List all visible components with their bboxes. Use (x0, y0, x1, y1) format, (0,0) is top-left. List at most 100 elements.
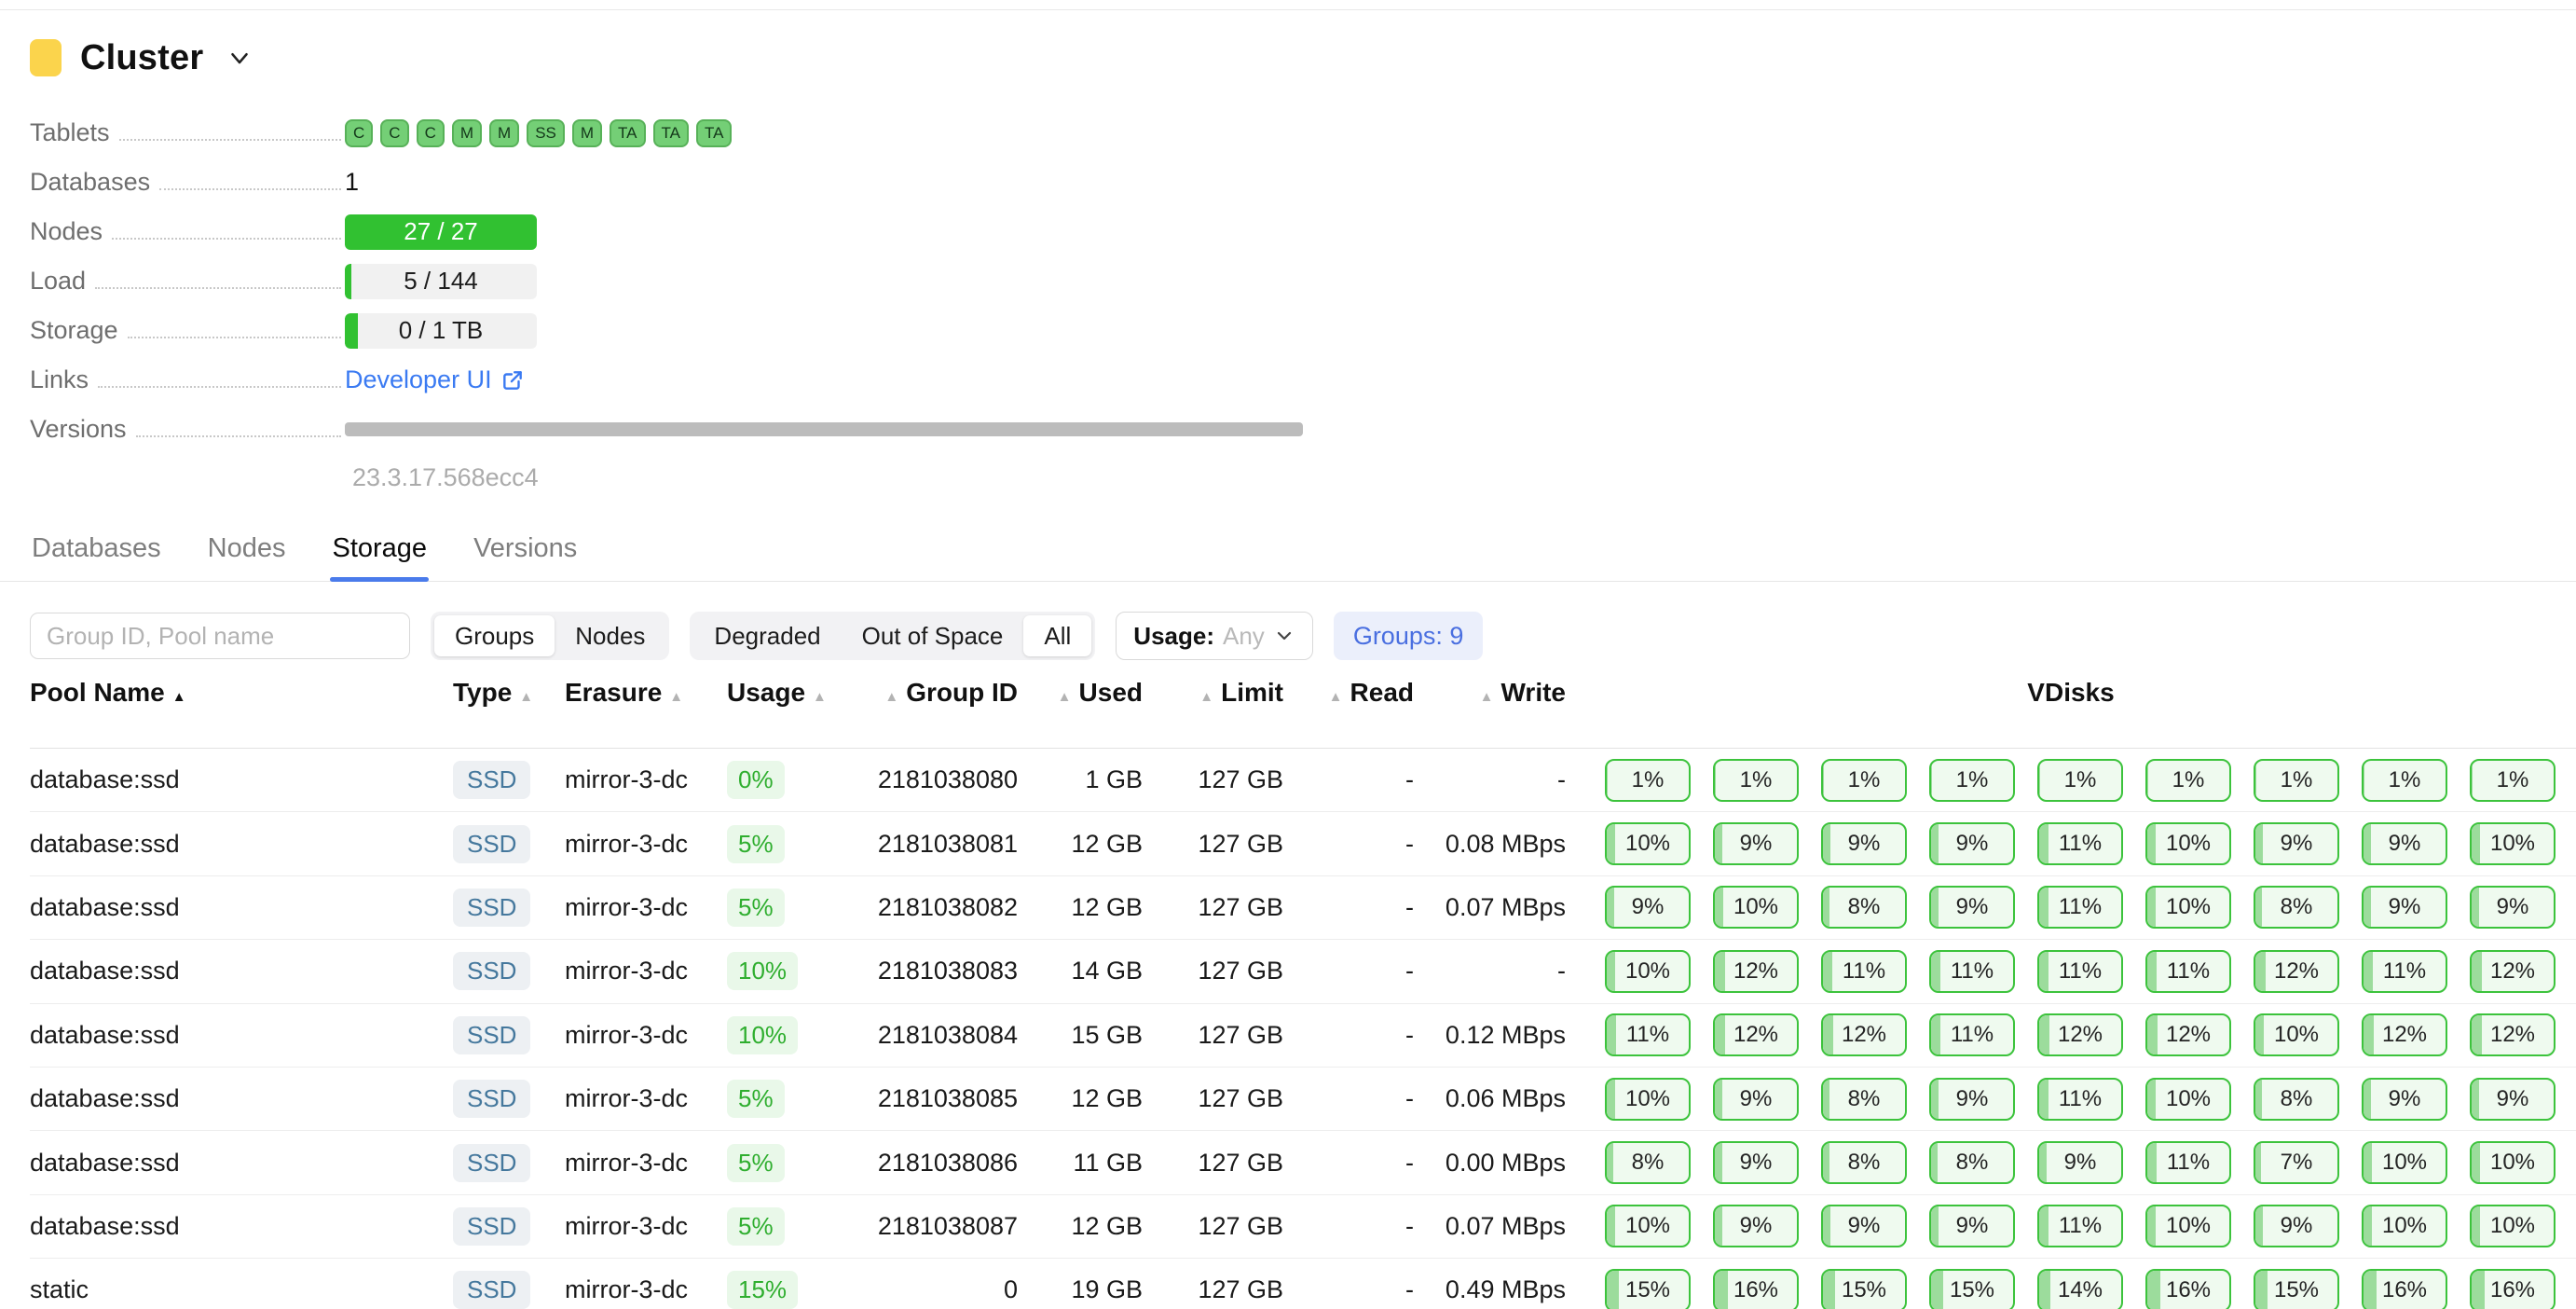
developer-ui-link[interactable]: Developer UI (345, 365, 525, 394)
vdisk-badge[interactable]: 1% (1713, 759, 1799, 802)
vdisk-badge[interactable]: 9% (2362, 886, 2447, 929)
tablet-badge[interactable]: C (417, 119, 445, 147)
tab-storage[interactable]: Storage (330, 533, 429, 581)
vdisk-badge[interactable]: 9% (1929, 822, 2015, 865)
vdisk-badge[interactable]: 9% (1713, 1205, 1799, 1247)
usage-select[interactable]: Usage: Any (1116, 612, 1313, 660)
vdisk-badge[interactable]: 10% (1605, 950, 1691, 993)
vdisk-badge[interactable]: 15% (1929, 1269, 2015, 1309)
vdisk-badge[interactable]: 16% (1713, 1269, 1799, 1309)
vdisk-badge[interactable]: 10% (2145, 1078, 2231, 1121)
header-erasure[interactable]: Erasure▲ (550, 678, 718, 730)
vdisk-badge[interactable]: 9% (2362, 822, 2447, 865)
vdisk-badge[interactable]: 9% (2470, 1078, 2555, 1121)
vdisk-badge[interactable]: 10% (2362, 1205, 2447, 1247)
vdisk-badge[interactable]: 10% (2470, 1141, 2555, 1184)
tablet-badge[interactable]: M (452, 119, 482, 147)
vdisk-badge[interactable]: 1% (2254, 759, 2339, 802)
vdisk-badge[interactable]: 9% (1605, 886, 1691, 929)
header-write[interactable]: ▲Write (1414, 678, 1566, 730)
filter-out-of-space[interactable]: Out of Space (842, 615, 1024, 656)
vdisk-badge[interactable]: 9% (2037, 1141, 2123, 1184)
vdisk-badge[interactable]: 9% (2362, 1078, 2447, 1121)
vdisk-badge[interactable]: 11% (2145, 950, 2231, 993)
vdisk-badge[interactable]: 12% (1713, 950, 1799, 993)
vdisk-badge[interactable]: 12% (2470, 1013, 2555, 1056)
vdisk-badge[interactable]: 1% (2362, 759, 2447, 802)
tablet-badge[interactable]: TA (696, 119, 732, 147)
tablet-badge[interactable]: M (489, 119, 519, 147)
vdisk-badge[interactable]: 1% (1605, 759, 1691, 802)
vdisk-badge[interactable]: 9% (2470, 886, 2555, 929)
vdisk-badge[interactable]: 1% (1821, 759, 1907, 802)
vdisk-badge[interactable]: 8% (1821, 886, 1907, 929)
vdisk-badge[interactable]: 11% (1821, 950, 1907, 993)
groups-count-chip[interactable]: Groups: 9 (1334, 612, 1484, 660)
chevron-down-icon[interactable] (226, 44, 253, 72)
header-read[interactable]: ▲Read (1283, 678, 1414, 730)
vdisk-badge[interactable]: 1% (2145, 759, 2231, 802)
tablet-badge[interactable]: TA (610, 119, 645, 147)
vdisk-badge[interactable]: 11% (2037, 822, 2123, 865)
vdisk-badge[interactable]: 11% (2037, 1205, 2123, 1247)
vdisk-badge[interactable]: 10% (1605, 1078, 1691, 1121)
vdisk-badge[interactable]: 9% (1713, 1078, 1799, 1121)
vdisk-badge[interactable]: 12% (2145, 1013, 2231, 1056)
vdisk-badge[interactable]: 8% (1605, 1141, 1691, 1184)
toggle-nodes[interactable]: Nodes (555, 615, 665, 656)
header-used[interactable]: ▲Used (1018, 678, 1143, 730)
vdisk-badge[interactable]: 7% (2254, 1141, 2339, 1184)
vdisk-badge[interactable]: 11% (1605, 1013, 1691, 1056)
vdisk-badge[interactable]: 12% (2470, 950, 2555, 993)
vdisk-badge[interactable]: 11% (2037, 950, 2123, 993)
vdisk-badge[interactable]: 12% (2037, 1013, 2123, 1056)
header-type[interactable]: Type▲ (440, 678, 550, 730)
vdisk-badge[interactable]: 1% (2470, 759, 2555, 802)
vdisk-badge[interactable]: 16% (2362, 1269, 2447, 1309)
vdisk-badge[interactable]: 9% (1821, 1205, 1907, 1247)
tablet-badge[interactable]: SS (527, 119, 565, 147)
vdisk-badge[interactable]: 10% (2254, 1013, 2339, 1056)
versions-bar[interactable] (345, 422, 1303, 436)
tablet-badge[interactable]: C (380, 119, 408, 147)
header-usage[interactable]: Usage▲ (718, 678, 822, 730)
tab-versions[interactable]: Versions (472, 533, 579, 581)
vdisk-badge[interactable]: 15% (2254, 1269, 2339, 1309)
tablet-badge[interactable]: TA (653, 119, 689, 147)
vdisk-badge[interactable]: 15% (1605, 1269, 1691, 1309)
vdisk-badge[interactable]: 14% (2037, 1269, 2123, 1309)
vdisk-badge[interactable]: 11% (2145, 1141, 2231, 1184)
vdisk-badge[interactable]: 10% (1713, 886, 1799, 929)
vdisk-badge[interactable]: 12% (1713, 1013, 1799, 1056)
vdisk-badge[interactable]: 1% (1929, 759, 2015, 802)
tab-nodes[interactable]: Nodes (206, 533, 288, 581)
vdisk-badge[interactable]: 10% (2145, 886, 2231, 929)
vdisk-badge[interactable]: 9% (1713, 1141, 1799, 1184)
vdisk-badge[interactable]: 1% (2037, 759, 2123, 802)
vdisk-badge[interactable]: 8% (1929, 1141, 2015, 1184)
vdisk-badge[interactable]: 10% (2145, 1205, 2231, 1247)
vdisk-badge[interactable]: 9% (2254, 1205, 2339, 1247)
tablet-badge[interactable]: C (345, 119, 373, 147)
vdisk-badge[interactable]: 16% (2145, 1269, 2231, 1309)
vdisk-badge[interactable]: 11% (2037, 886, 2123, 929)
vdisk-badge[interactable]: 8% (1821, 1078, 1907, 1121)
vdisk-badge[interactable]: 11% (2362, 950, 2447, 993)
header-group-id[interactable]: ▲Group ID (822, 678, 1018, 730)
header-pool-name[interactable]: Pool Name▲ (30, 678, 440, 730)
filter-degraded[interactable]: Degraded (693, 615, 841, 656)
vdisk-badge[interactable]: 10% (2145, 822, 2231, 865)
vdisk-badge[interactable]: 11% (1929, 1013, 2015, 1056)
vdisk-badge[interactable]: 8% (2254, 886, 2339, 929)
vdisk-badge[interactable]: 10% (2470, 822, 2555, 865)
vdisk-badge[interactable]: 8% (1821, 1141, 1907, 1184)
vdisk-badge[interactable]: 12% (1821, 1013, 1907, 1056)
vdisk-badge[interactable]: 9% (1929, 1078, 2015, 1121)
vdisk-badge[interactable]: 10% (1605, 822, 1691, 865)
vdisk-badge[interactable]: 8% (2254, 1078, 2339, 1121)
vdisk-badge[interactable]: 12% (2254, 950, 2339, 993)
vdisk-badge[interactable]: 10% (2362, 1141, 2447, 1184)
vdisk-badge[interactable]: 10% (2470, 1205, 2555, 1247)
header-limit[interactable]: ▲Limit (1143, 678, 1283, 730)
vdisk-badge[interactable]: 15% (1821, 1269, 1907, 1309)
